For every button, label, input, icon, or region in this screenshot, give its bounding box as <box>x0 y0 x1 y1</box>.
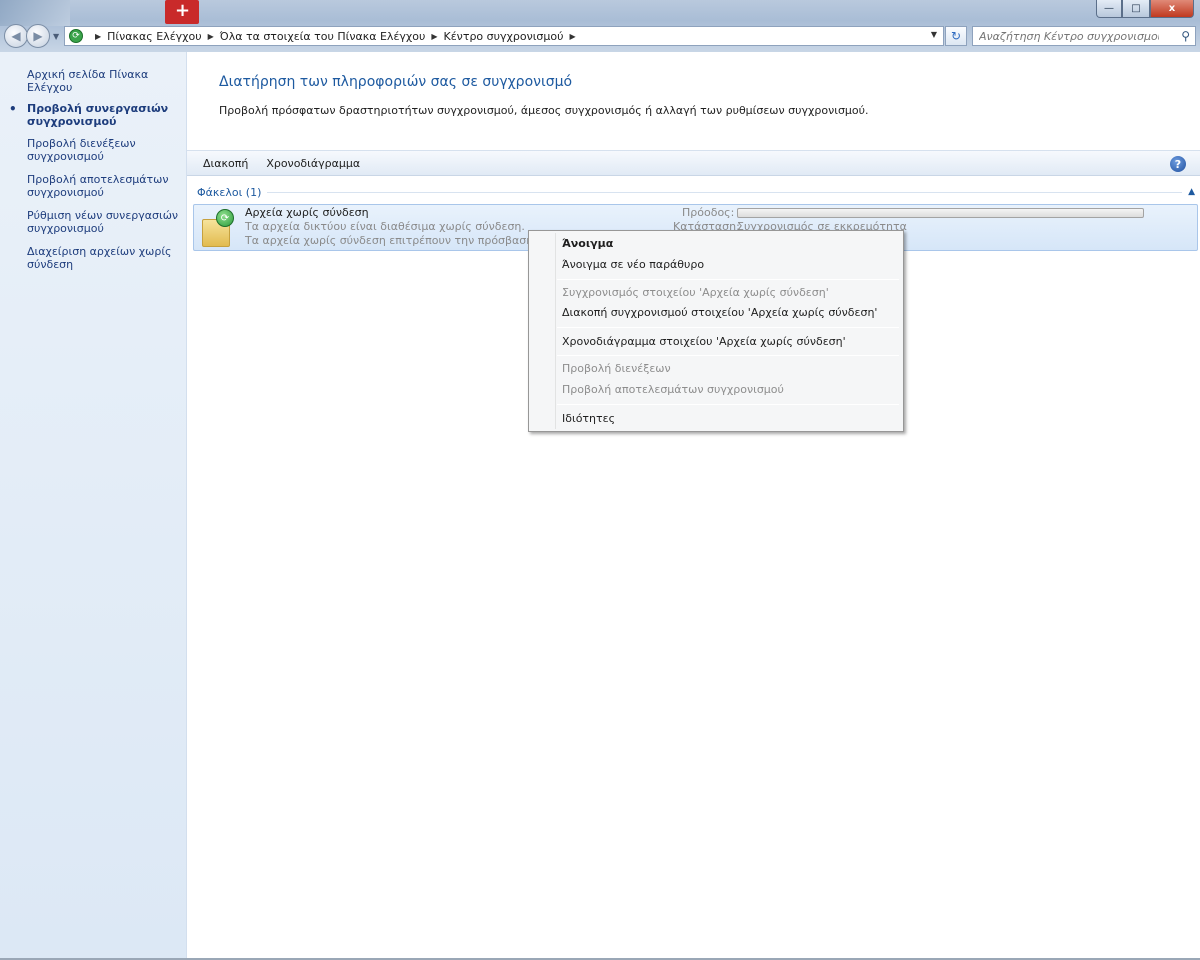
collapse-chevron-icon[interactable]: ▲ <box>1188 187 1195 197</box>
item-description: Τα αρχεία δικτύου είναι διαθέσιμα χωρίς … <box>245 220 525 233</box>
minimize-button[interactable]: — <box>1096 0 1122 18</box>
close-button[interactable]: x <box>1150 0 1194 18</box>
help-icon[interactable]: ? <box>1170 156 1186 172</box>
address-history-dropdown-icon[interactable]: ▼ <box>931 30 937 39</box>
sidebar-item-view-conflicts[interactable]: Προβολή διενέξεων συγχρονισμού <box>27 137 182 163</box>
group-header[interactable]: Φάκελοι (1) ▲ <box>197 185 1195 199</box>
menu-item-open-new-window[interactable]: Άνοιγμα σε νέο παράθυρο <box>562 258 704 271</box>
menu-separator <box>557 355 899 356</box>
breadcrumb-sync-center[interactable]: Κέντρο συγχρονισμού <box>444 30 564 43</box>
item-title: Αρχεία χωρίς σύνδεση <box>245 206 369 219</box>
stop-button[interactable]: Διακοπή <box>201 155 250 172</box>
control-panel-icon: ⟳ <box>69 29 83 43</box>
maximize-icon: □ <box>1131 3 1141 14</box>
schedule-button[interactable]: Χρονοδιάγραμμα <box>264 155 362 172</box>
breadcrumb-arrow-icon[interactable]: ▶ <box>431 32 437 41</box>
sidebar-item-view-results[interactable]: Προβολή αποτελεσμάτων συγχρονισμού <box>27 173 182 199</box>
page-title: Διατήρηση των πληροφοριών σας σε συγχρον… <box>219 74 573 90</box>
breadcrumb-arrow-icon[interactable]: ▶ <box>570 32 576 41</box>
menu-item-schedule[interactable]: Χρονοδιάγραμμα στοιχείου 'Αρχεία χωρίς σ… <box>562 335 846 348</box>
page-description: Προβολή πρόσφατων δραστηριοτήτων συγχρον… <box>219 104 869 117</box>
breadcrumb-control-panel[interactable]: Πίνακας Ελέγχου <box>107 30 201 43</box>
menu-separator <box>557 404 899 405</box>
search-box[interactable]: ⚲ <box>972 26 1196 46</box>
close-icon: x <box>1168 3 1176 14</box>
menu-item-view-conflicts[interactable]: Προβολή διενέξεων <box>562 362 671 375</box>
menu-item-sync[interactable]: Συγχρονισμός στοιχείου 'Αρχεία χωρίς σύν… <box>562 286 829 299</box>
breadcrumb-arrow-icon[interactable]: ▶ <box>95 32 101 41</box>
sidebar-item-manage-offline-files[interactable]: Διαχείριση αρχείων χωρίς σύνδεση <box>27 245 182 271</box>
group-label: Φάκελοι (1) <box>197 185 262 199</box>
desktop-icon <box>165 0 199 24</box>
active-bullet-icon: • <box>9 102 17 116</box>
sync-icon: ⟳ <box>216 209 234 227</box>
menu-item-properties[interactable]: Ιδιότητες <box>562 412 615 425</box>
menu-separator <box>557 327 899 328</box>
menu-item-stop-sync[interactable]: Διακοπή συγχρονισμού στοιχείου 'Αρχεία χ… <box>562 306 877 319</box>
sidebar-item-setup-partnerships[interactable]: Ρύθμιση νέων συνεργασιών συγχρονισμού <box>27 209 182 235</box>
main-content: Διατήρηση των πληροφοριών σας σε συγχρον… <box>187 52 1200 960</box>
progress-label: Πρόοδος: <box>682 206 735 219</box>
address-bar[interactable]: ⟳ ▶ Πίνακας Ελέγχου ▶ Όλα τα στοιχεία το… <box>64 26 944 46</box>
desktop-background <box>0 0 70 26</box>
sidebar-item-view-partnerships[interactable]: • Προβολή συνεργασιών συγχρονισμού <box>9 102 182 128</box>
offline-files-folder-icon: ⟳ <box>200 209 234 247</box>
search-icon[interactable]: ⚲ <box>1181 29 1190 43</box>
back-arrow-icon: ◀ <box>11 29 21 43</box>
recent-pages-dropdown[interactable]: ▼ <box>53 32 59 41</box>
title-bar: — □ x ◀ ▶ ▼ ⟳ ▶ Πίνακας Ελέγχου ▶ Όλα τα… <box>0 0 1200 52</box>
item-description-2: Τα αρχεία χωρίς σύνδεση επιτρέπουν την π… <box>245 234 551 247</box>
menu-item-open[interactable]: Άνοιγμα <box>562 237 613 250</box>
sidebar: Αρχική σελίδα Πίνακα Ελέγχου • Προβολή σ… <box>0 52 187 960</box>
command-bar: Διακοπή Χρονοδιάγραμμα ? <box>187 150 1200 176</box>
maximize-button[interactable]: □ <box>1122 0 1150 18</box>
group-divider <box>267 191 1183 193</box>
search-input[interactable] <box>979 29 1159 43</box>
menu-separator <box>557 279 899 280</box>
navigation-buttons: ◀ ▶ ▼ <box>4 24 59 48</box>
minimize-icon: — <box>1104 3 1114 14</box>
refresh-icon: ↻ <box>950 29 962 43</box>
menu-item-view-results[interactable]: Προβολή αποτελεσμάτων συγχρονισμού <box>562 383 784 396</box>
back-button[interactable]: ◀ <box>4 24 28 48</box>
breadcrumb-all-items[interactable]: Όλα τα στοιχεία του Πίνακα Ελέγχου <box>220 30 426 43</box>
refresh-button[interactable]: ↻ <box>945 26 967 46</box>
menu-gutter <box>555 233 556 429</box>
breadcrumb-arrow-icon[interactable]: ▶ <box>208 32 214 41</box>
sidebar-item-label: Προβολή συνεργασιών συγχρονισμού <box>27 102 169 128</box>
forward-button[interactable]: ▶ <box>26 24 50 48</box>
forward-arrow-icon: ▶ <box>33 29 43 43</box>
progress-bar <box>737 208 1144 218</box>
sidebar-item-control-panel-home[interactable]: Αρχική σελίδα Πίνακα Ελέγχου <box>27 68 182 94</box>
context-menu: Άνοιγμα Άνοιγμα σε νέο παράθυρο Συγχρονι… <box>528 230 904 432</box>
window-controls: — □ x <box>1096 0 1194 18</box>
